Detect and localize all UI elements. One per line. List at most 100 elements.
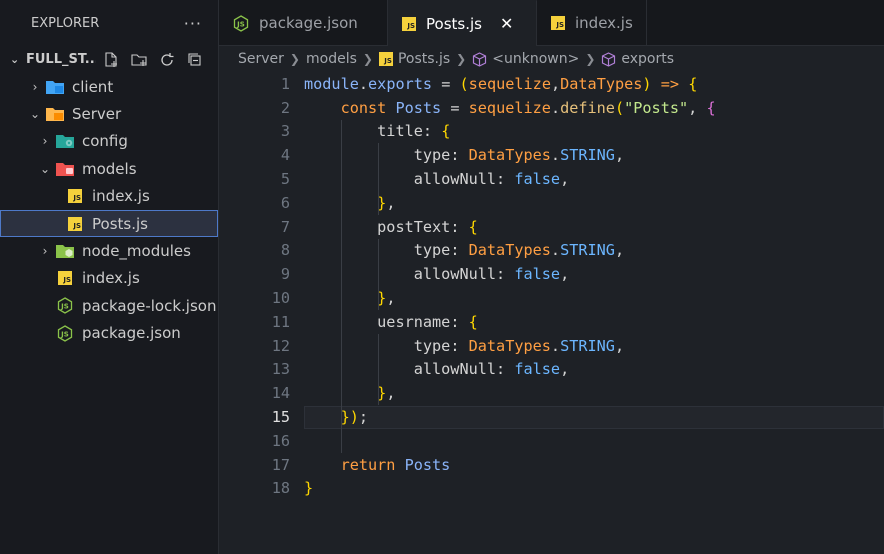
breadcrumb-item-posts-js[interactable]: Posts.js [398, 51, 450, 67]
tree-item-posts-js[interactable]: JS Posts.js [0, 209, 218, 238]
chevron-down-icon: ⌄ [29, 107, 41, 122]
line-number: 17 [271, 455, 290, 474]
code-line[interactable]: 7 postText: { [219, 215, 884, 239]
tree-item-label: package-lock.json [82, 296, 217, 315]
tree-item-models-index-js[interactable]: JS index.js [0, 183, 218, 210]
indent-guide [377, 333, 379, 406]
nodejs-icon: JS [56, 324, 74, 342]
tree-item-label: config [82, 132, 128, 151]
nodejs-icon: JS [56, 297, 74, 315]
code-line[interactable]: 18} [219, 477, 884, 501]
tab-posts-js[interactable]: JS Posts.js ✕ [388, 0, 537, 46]
code-line[interactable]: 15 }); [219, 405, 884, 429]
tree-item-package-json[interactable]: JS package.json [0, 320, 218, 347]
new-file-icon[interactable] [102, 51, 120, 69]
tree-item-package-lock-json[interactable]: JS package-lock.json [0, 292, 218, 319]
code-text: return Posts [340, 455, 451, 474]
code-text: }, [377, 384, 396, 403]
line-number: 5 [280, 170, 290, 189]
code-text: allowNull: false, [413, 170, 570, 189]
code-line[interactable]: 12 type: DataTypes.STRING, [219, 334, 884, 358]
js-icon: JS [402, 16, 416, 31]
js-icon: JS [378, 52, 393, 66]
svg-text:JS: JS [60, 303, 69, 311]
folder-node-icon [56, 243, 74, 259]
code-text: }, [377, 193, 396, 212]
tree-item-client[interactable]: › client [0, 73, 218, 100]
code-text: uesrname: { [377, 312, 478, 331]
code-line[interactable]: 4 type: DataTypes.STRING, [219, 143, 884, 167]
indent-guide [377, 238, 379, 310]
code-text: }, [377, 289, 396, 308]
code-text: type: DataTypes.STRING, [413, 336, 625, 355]
tree-item-label: client [72, 77, 114, 96]
line-number: 13 [271, 360, 290, 379]
code-line[interactable]: 13 allowNull: false, [219, 358, 884, 382]
workspace-root-label: FULL_ST... [26, 52, 96, 67]
chevron-right-icon: › [42, 134, 48, 149]
code-line[interactable]: 5 allowNull: false, [219, 167, 884, 191]
new-folder-icon[interactable] [130, 51, 148, 69]
code-text: type: DataTypes.STRING, [413, 241, 625, 260]
refresh-icon[interactable] [158, 51, 176, 69]
code-text: allowNull: false, [413, 360, 570, 379]
js-icon: JS [56, 270, 74, 286]
code-line[interactable]: 14 }, [219, 381, 884, 405]
breadcrumb-item-server[interactable]: Server [238, 51, 284, 67]
line-number: 12 [271, 336, 290, 355]
tree-item-server-index-js[interactable]: JS index.js [0, 265, 218, 292]
code-line[interactable]: 10 }, [219, 286, 884, 310]
line-number: 9 [280, 265, 290, 284]
code-line[interactable]: 2 const Posts = sequelize.define("Posts"… [219, 96, 884, 120]
tree-item-config[interactable]: › config [0, 128, 218, 155]
svg-text:JS: JS [60, 330, 69, 338]
line-number: 11 [271, 312, 290, 331]
indent-guide [341, 119, 343, 453]
workspace-root[interactable]: ⌄ FULL_ST... [0, 46, 218, 73]
chevron-right-icon: › [32, 79, 38, 94]
editor-tabs: JS package.json JS Posts.js ✕ JS index.j… [219, 0, 884, 46]
tab-package-json[interactable]: JS package.json [219, 0, 388, 46]
more-actions-icon[interactable]: ··· [184, 14, 202, 33]
tree-item-node-modules[interactable]: › node_modules [0, 237, 218, 264]
code-line[interactable]: 9 allowNull: false, [219, 262, 884, 286]
chevron-down-icon: ⌄ [10, 53, 20, 66]
tree-item-label: models [82, 159, 137, 178]
breadcrumb-item-exports[interactable]: exports [621, 51, 674, 67]
breadcrumb: Server ❯ models ❯ JS Posts.js ❯ <unknown… [219, 46, 884, 72]
tree-item-server[interactable]: ⌄ Server [0, 100, 218, 127]
chevron-right-icon: ❯ [456, 52, 467, 66]
line-number: 8 [280, 241, 290, 260]
code-line[interactable]: 1 module.exports = (sequelize,DataTypes) … [219, 72, 884, 96]
code-line[interactable]: 11 uesrname: { [219, 310, 884, 334]
code-line[interactable]: 6 }, [219, 191, 884, 215]
code-line[interactable]: 16 [219, 429, 884, 453]
js-icon: JS [66, 188, 84, 204]
tree-item-models[interactable]: ⌄ models [0, 155, 218, 182]
breadcrumb-item-unknown[interactable]: <unknown> [492, 51, 579, 67]
tree-item-label: index.js [92, 187, 150, 206]
tree-item-label: node_modules [82, 242, 191, 261]
line-number: 10 [271, 289, 290, 308]
code-line[interactable]: 8 type: DataTypes.STRING, [219, 239, 884, 263]
folder-open-icon [46, 106, 64, 122]
collapse-all-icon[interactable] [186, 51, 204, 69]
code-line[interactable]: 17 return Posts [219, 453, 884, 477]
chevron-right-icon: ❯ [585, 52, 596, 66]
code-text: allowNull: false, [413, 265, 570, 284]
code-text: }); [340, 408, 369, 427]
cube-icon [601, 51, 616, 67]
line-number: 16 [271, 431, 290, 450]
code-text: title: { [377, 122, 451, 141]
explorer-sidebar: EXPLORER ··· ⌄ FULL_ST... › client ⌄ Ser… [0, 0, 219, 554]
code-line[interactable]: 3 title: { [219, 120, 884, 144]
explorer-title: EXPLORER [31, 15, 100, 31]
breadcrumb-item-models[interactable]: models [306, 51, 357, 67]
tab-label: index.js [575, 14, 633, 32]
js-icon: JS [551, 16, 565, 30]
tab-label: package.json [259, 14, 358, 32]
svg-text:JS: JS [236, 20, 245, 28]
code-editor[interactable]: 1 module.exports = (sequelize,DataTypes) … [219, 72, 884, 554]
tab-index-js[interactable]: JS index.js [537, 0, 647, 46]
close-icon[interactable]: ✕ [500, 14, 513, 33]
